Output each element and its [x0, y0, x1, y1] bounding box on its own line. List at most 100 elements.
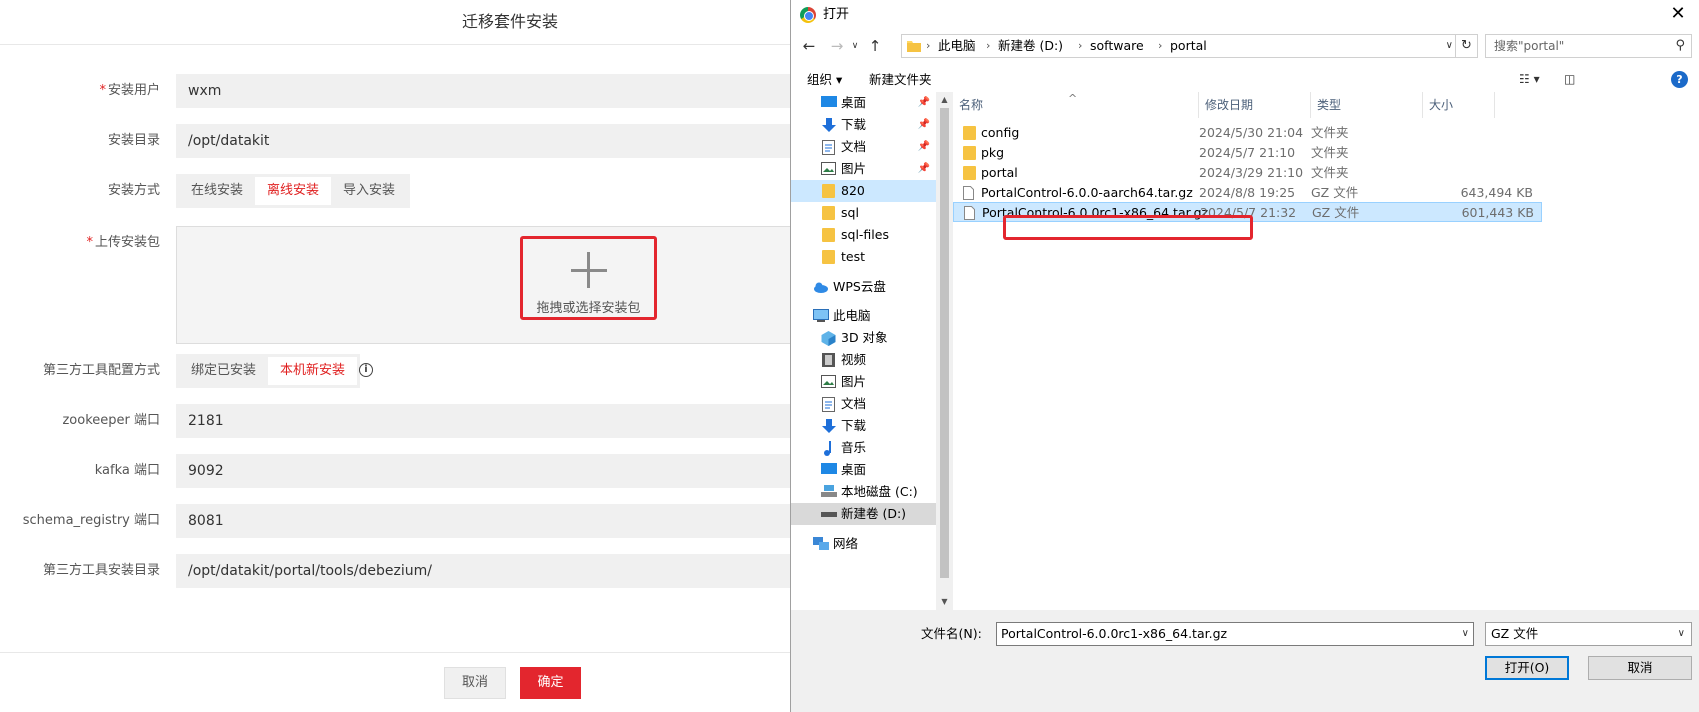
- desktop-icon: [821, 463, 837, 474]
- filename-value: PortalControl-6.0.0rc1-x86_64.tar.gz: [1001, 626, 1228, 641]
- upload-select-button[interactable]: 拖拽或选择安装包: [520, 236, 657, 320]
- back-arrow-icon[interactable]: ←: [799, 34, 819, 58]
- nav-item-download-quick[interactable]: 下载 📌: [791, 114, 936, 136]
- nav-item-sql[interactable]: sql: [791, 202, 936, 224]
- zookeeper-port-row: zookeeper 端口 2181: [0, 404, 796, 438]
- chevron-down-icon[interactable]: ∨: [1678, 623, 1685, 645]
- folder-icon: [822, 250, 835, 264]
- drive-icon: [821, 512, 837, 517]
- schema-registry-port-input[interactable]: 8081: [176, 504, 796, 538]
- nav-item-downloads[interactable]: 下载: [791, 415, 936, 437]
- install-mode-row: 安装方式 在线安装 离线安装 导入安装: [0, 174, 790, 208]
- scroll-down-icon[interactable]: ▼: [936, 594, 953, 610]
- schema-registry-port-label: schema_registry 端口: [22, 513, 160, 528]
- picture-icon: [821, 375, 836, 388]
- install-dir-input[interactable]: /opt/datakit: [176, 124, 796, 158]
- open-button[interactable]: 打开(O): [1485, 656, 1569, 680]
- dialog-cancel-button[interactable]: 取消: [1588, 656, 1692, 680]
- file-icon: [963, 186, 974, 200]
- install-dir-label: 安装目录: [107, 133, 160, 148]
- breadcrumb-portal[interactable]: portal: [1170, 35, 1207, 57]
- nav-item-network[interactable]: 网络: [791, 533, 936, 555]
- file-row[interactable]: config 2024/5/30 21:04 文件夹: [953, 123, 1542, 143]
- nav-item-desktop[interactable]: 桌面: [791, 459, 936, 481]
- kafka-port-input[interactable]: 9092: [176, 454, 796, 488]
- third-party-dir-label: 第三方工具安装目录: [42, 563, 160, 578]
- organize-menu[interactable]: 组织 ▾: [807, 66, 842, 94]
- folder-icon: [963, 146, 976, 160]
- network-icon: [813, 537, 829, 550]
- nav-item-documents-quick[interactable]: 文档 📌: [791, 136, 936, 158]
- filename-input[interactable]: PortalControl-6.0.0rc1-x86_64.tar.gz ∨: [996, 622, 1474, 646]
- search-input[interactable]: 搜索"portal" ⚲: [1485, 34, 1692, 58]
- file-row[interactable]: PortalControl-6.0.0-aarch64.tar.gz 2024/8…: [953, 183, 1542, 203]
- pin-icon: 📌: [917, 163, 930, 174]
- dialog-title: 打开: [823, 7, 850, 22]
- nav-item-test[interactable]: test: [791, 246, 936, 268]
- open-file-dialog: 打开 ✕ ← → ∨ ↑ › 此电脑 › 新建卷 (D:) › software…: [790, 0, 1699, 712]
- zookeeper-port-input[interactable]: 2181: [176, 404, 796, 438]
- breadcrumb-this-pc[interactable]: 此电脑: [938, 35, 976, 57]
- chevron-down-icon[interactable]: ∨: [1462, 623, 1469, 645]
- confirm-button[interactable]: 确定: [520, 667, 581, 699]
- scroll-up-icon[interactable]: ▲: [936, 92, 953, 108]
- install-mode-import[interactable]: 导入安装: [331, 177, 407, 205]
- cloud-icon: [814, 282, 828, 293]
- forward-arrow-icon[interactable]: →: [827, 34, 847, 58]
- nav-item-videos[interactable]: 视频: [791, 349, 936, 371]
- scroll-thumb[interactable]: [940, 108, 949, 578]
- recent-chevron-icon[interactable]: ∨: [849, 34, 861, 58]
- nav-item-wps-cloud[interactable]: WPS云盘: [791, 276, 936, 298]
- third-party-new-install[interactable]: 本机新安装: [268, 357, 358, 385]
- refresh-icon[interactable]: ↻: [1456, 34, 1478, 58]
- install-mode-offline[interactable]: 离线安装: [255, 177, 332, 205]
- dialog-titlebar: 打开 ✕: [791, 0, 1699, 30]
- nav-item-820[interactable]: 820: [791, 180, 936, 202]
- upload-label: * 上传安装包: [86, 235, 160, 250]
- breadcrumb-software[interactable]: software: [1090, 35, 1144, 57]
- install-mode-segmented: 在线安装 离线安装 导入安装: [176, 174, 411, 208]
- file-row[interactable]: portal 2024/3/29 21:10 文件夹: [953, 163, 1542, 183]
- chrome-icon: [800, 7, 816, 23]
- video-icon: [822, 353, 835, 367]
- nav-item-pictures-quick[interactable]: 图片 📌: [791, 158, 936, 180]
- nav-item-this-pc[interactable]: 此电脑: [791, 305, 936, 327]
- nav-item-documents[interactable]: 文档: [791, 393, 936, 415]
- up-arrow-icon[interactable]: ↑: [865, 34, 885, 58]
- column-name[interactable]: 名称 ^: [953, 92, 1199, 118]
- column-date[interactable]: 修改日期: [1199, 92, 1311, 118]
- address-dropdown-icon[interactable]: ∨: [1446, 35, 1453, 57]
- address-bar[interactable]: › 此电脑 › 新建卷 (D:) › software › portal ∨: [901, 34, 1456, 58]
- install-user-input[interactable]: wxm: [176, 74, 796, 108]
- third-party-bind-installed[interactable]: 绑定已安装: [179, 357, 268, 385]
- nav-item-3d-objects[interactable]: 3D 对象: [791, 327, 936, 349]
- column-size[interactable]: 大小: [1423, 92, 1495, 118]
- column-type[interactable]: 类型: [1311, 92, 1423, 118]
- file-row[interactable]: pkg 2024/5/7 21:10 文件夹: [953, 143, 1542, 163]
- footer-divider: [0, 652, 790, 653]
- download-icon: [822, 419, 836, 433]
- nav-item-drive-c[interactable]: 本地磁盘 (C:): [791, 481, 936, 503]
- nav-item-sql-files[interactable]: sql-files: [791, 224, 936, 246]
- nav-item-music[interactable]: 音乐: [791, 437, 936, 459]
- install-mode-online[interactable]: 在线安装: [179, 177, 255, 205]
- view-options-icon[interactable]: ☷ ▾: [1519, 72, 1540, 86]
- nav-item-desktop-quick[interactable]: 桌面 📌: [791, 92, 936, 114]
- help-icon[interactable]: ?: [1671, 71, 1688, 88]
- breadcrumb-drive-d[interactable]: 新建卷 (D:): [998, 35, 1063, 57]
- nav-scrollbar[interactable]: ▲ ▼: [936, 92, 953, 610]
- search-icon: ⚲: [1675, 38, 1685, 53]
- third-party-dir-input[interactable]: /opt/datakit/portal/tools/debezium/: [176, 554, 796, 588]
- new-folder-button[interactable]: 新建文件夹: [869, 66, 932, 94]
- file-list-header: 名称 ^ 修改日期 类型 大小: [953, 92, 1699, 118]
- info-icon[interactable]: i: [359, 363, 373, 377]
- filetype-select[interactable]: GZ 文件 ∨: [1485, 622, 1692, 646]
- nav-item-drive-d[interactable]: 新建卷 (D:): [791, 503, 936, 525]
- install-mode-label: 安装方式: [107, 183, 160, 198]
- cancel-button[interactable]: 取消: [444, 667, 506, 699]
- document-icon: [822, 140, 835, 155]
- nav-item-pictures[interactable]: 图片: [791, 371, 936, 393]
- preview-pane-icon[interactable]: ◫: [1564, 72, 1575, 86]
- close-icon[interactable]: ✕: [1666, 2, 1690, 26]
- upload-dropzone[interactable]: [176, 226, 796, 344]
